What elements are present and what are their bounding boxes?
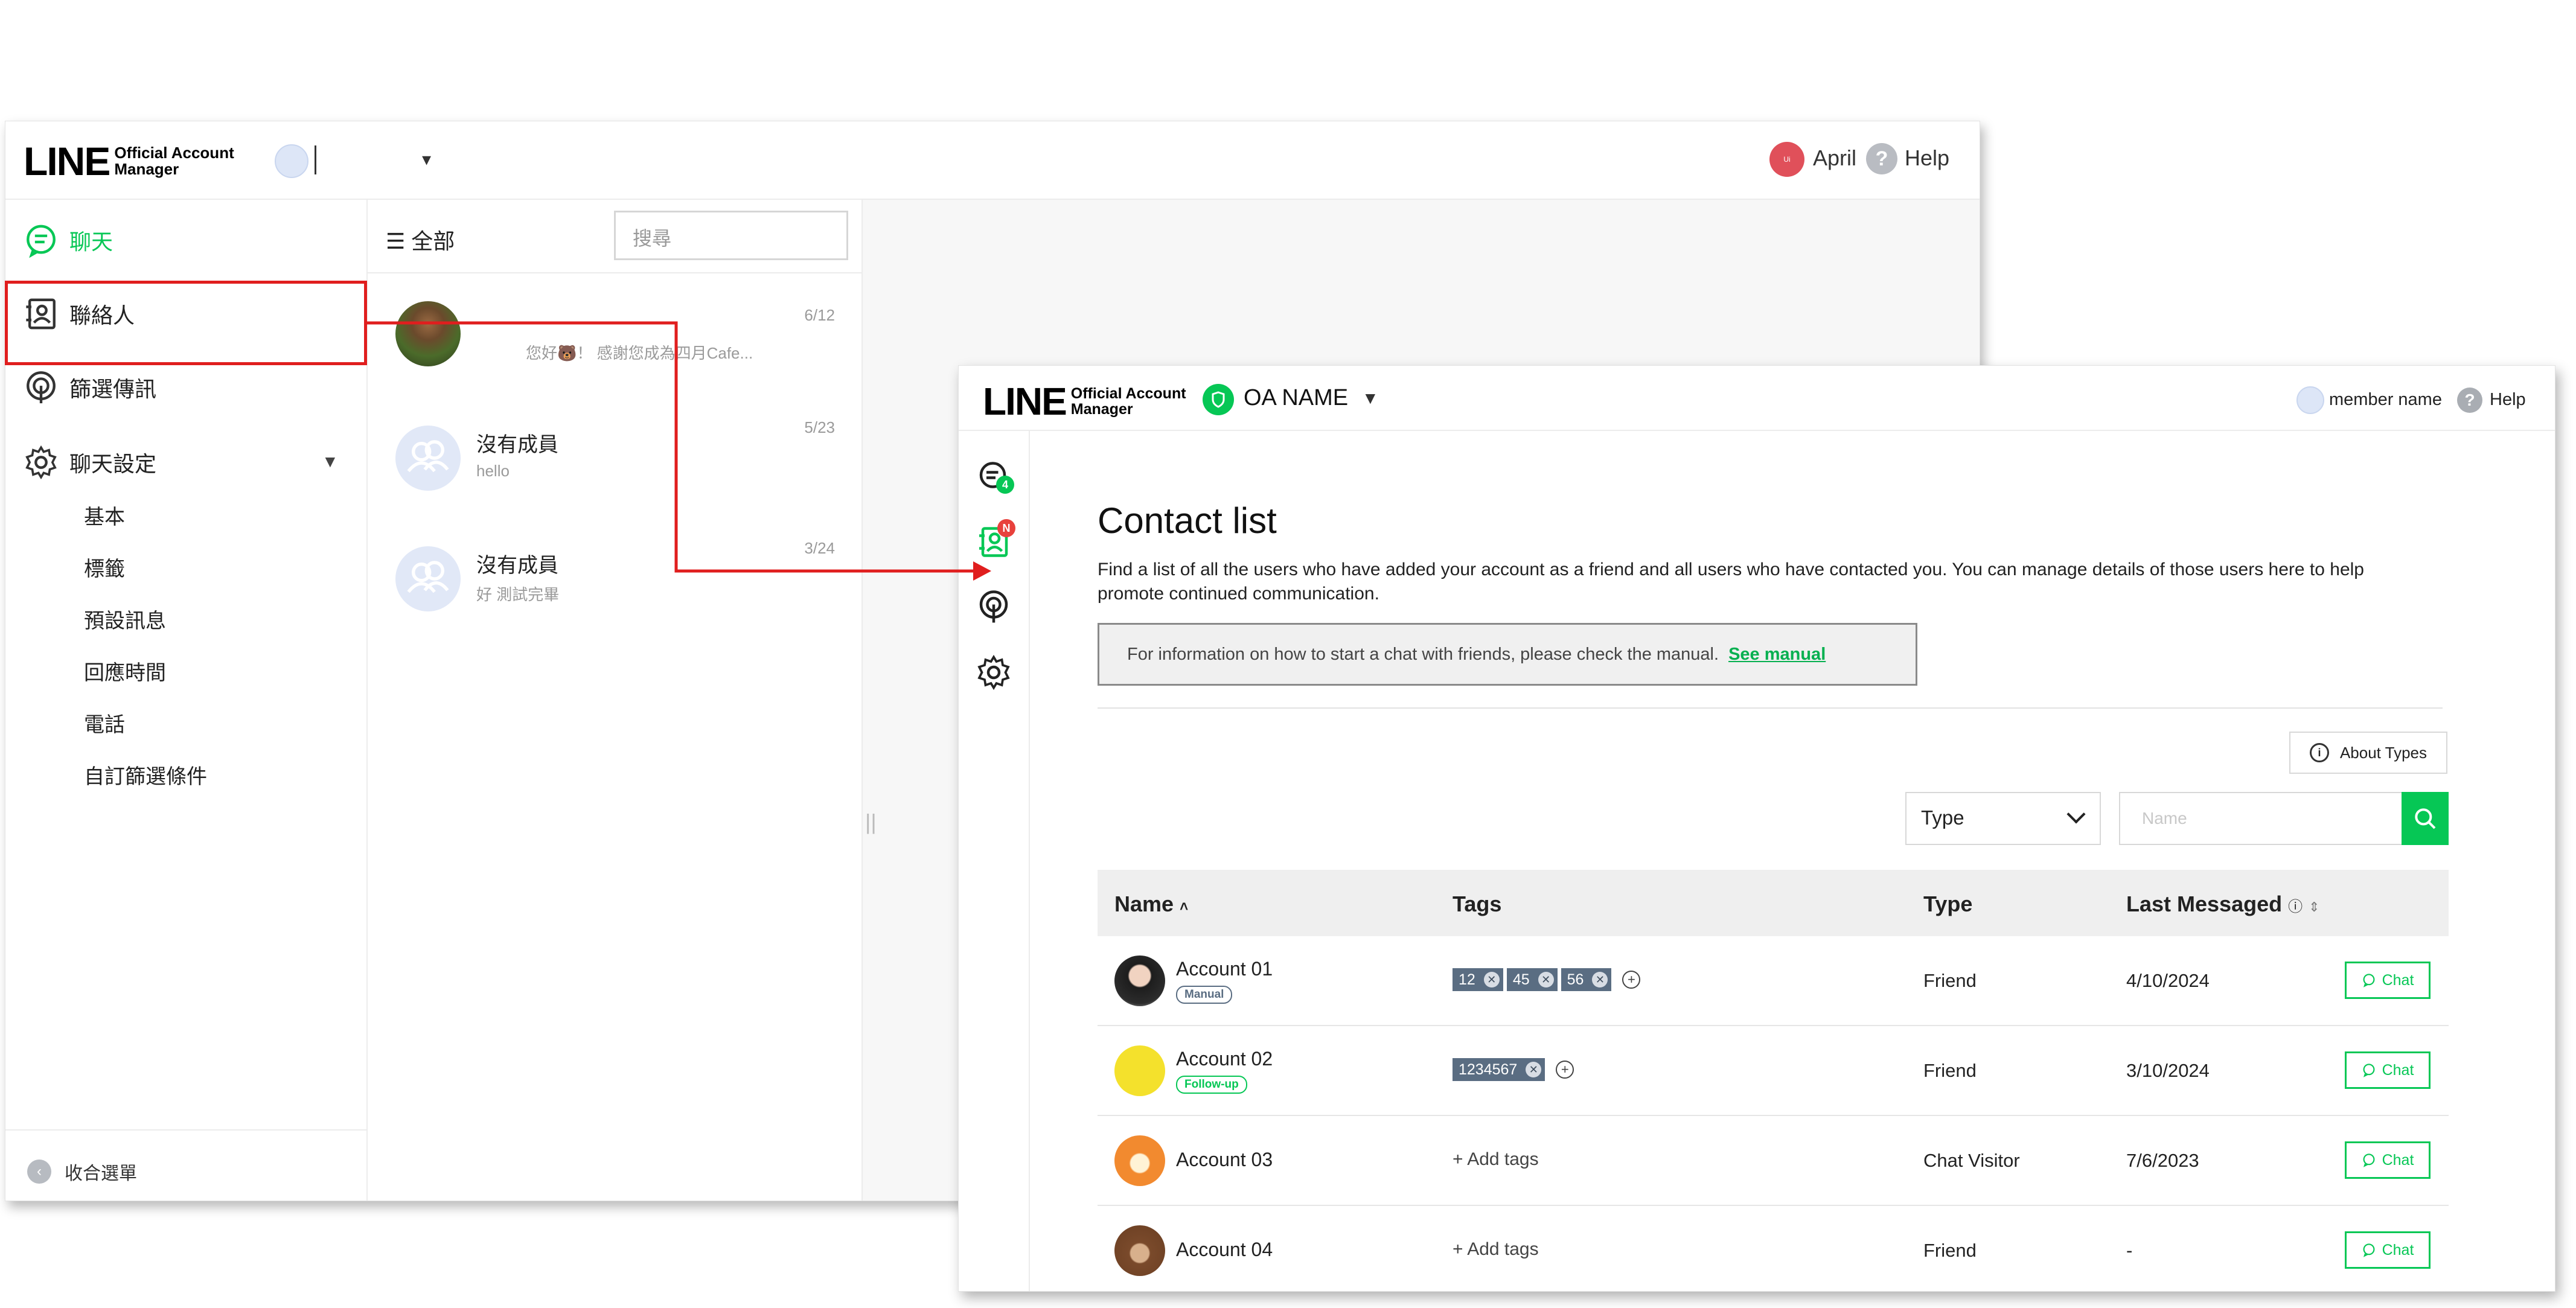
screenshot-stage: LINE Official Account Manager ▾ Ui April … [0, 0, 2576, 1308]
connector-arrow [367, 321, 991, 581]
